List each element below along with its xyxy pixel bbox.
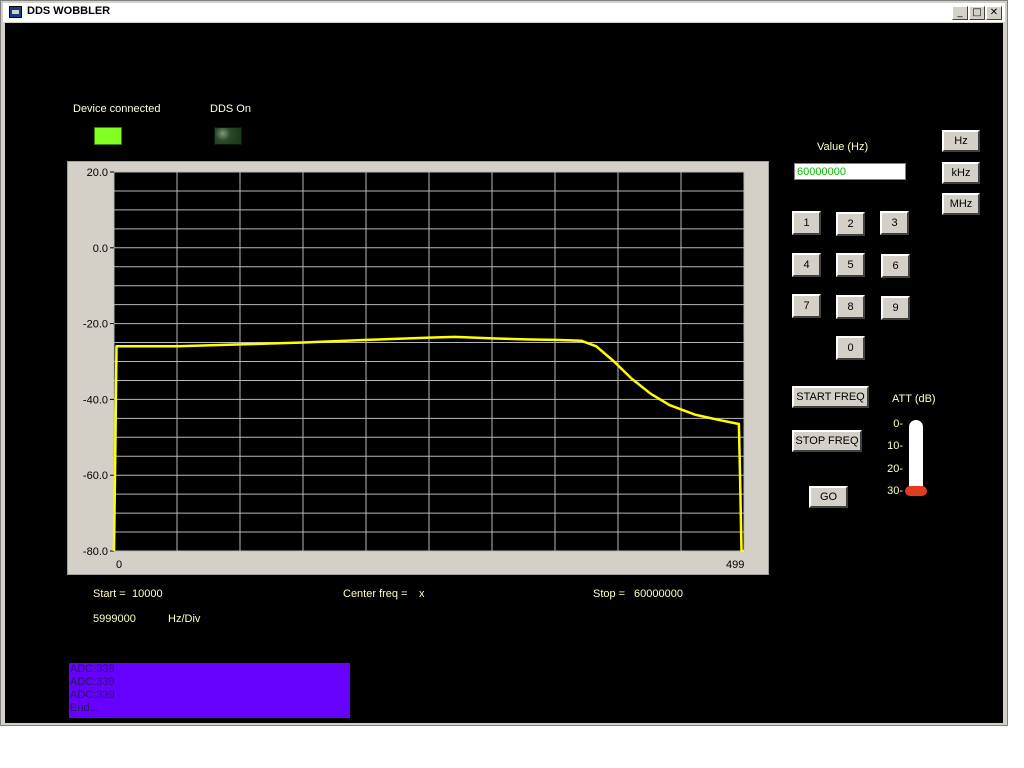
key-1-button[interactable]: 1 [792,211,821,235]
y-tick-label: -20.0 [83,319,108,331]
stop-freq-button[interactable]: STOP FREQ [792,430,862,452]
key-0-button[interactable]: 0 [836,336,865,360]
key-9-button[interactable]: 9 [881,296,910,320]
key-6-button[interactable]: 6 [881,254,910,278]
key-2-button[interactable]: 2 [836,212,865,236]
start-value: 10000 [132,588,163,600]
device-connected-label: Device connected [73,103,161,115]
log-line: ADC:339 [70,676,115,688]
value-input[interactable] [794,163,906,180]
hz-div-value: 5999000 [93,613,136,625]
att-tick: 0- [893,418,903,430]
minimize-button[interactable]: _ [952,6,968,20]
go-button[interactable]: GO [809,486,848,508]
key-8-button[interactable]: 8 [836,295,865,319]
log-box[interactable]: ADC:339 ADC:339 ADC:339 End... [69,663,350,718]
y-tick-label: -80.0 [83,546,108,558]
log-line: ADC:339 [70,689,115,701]
khz-button[interactable]: kHz [942,162,980,184]
dds-on-led [214,127,242,145]
close-button[interactable]: ✕ [986,6,1002,20]
y-tick-label: 20.0 [87,167,108,179]
maximize-button[interactable]: □ [969,6,985,20]
center-freq-label: Center freq = [343,588,408,600]
client-area: Device connected DDS On 20.0 0.0 -20.0 -40.… [5,23,1003,723]
y-tick-label: 0.0 [93,243,108,255]
device-connected-led [94,127,122,145]
sweep-graph: 20.0 0.0 -20.0 -40.0 -60.0 -80.0 0 499 [67,161,769,575]
hz-div-label: Hz/Div [168,613,201,625]
value-label: Value (Hz) [817,141,869,153]
att-tick: 30- [887,485,903,497]
x-start-label: 0 [116,559,122,571]
stop-value: 60000000 [634,588,683,600]
hz-button[interactable]: Hz [942,130,980,152]
graph-plot: 20.0 0.0 -20.0 -40.0 -60.0 -80.0 0 499 [83,167,745,571]
center-freq-value: x [419,588,425,600]
app-window: DDS WOBBLER _ □ ✕ Device connected DDS O… [0,0,1008,726]
x-end-label: 499 [726,559,744,571]
att-tick: 20- [887,463,903,475]
y-tick-label: -60.0 [83,470,108,482]
key-3-button[interactable]: 3 [880,211,909,235]
att-slider-track[interactable] [909,420,923,492]
title-bar[interactable]: DDS WOBBLER _ □ ✕ [3,3,1005,22]
mhz-button[interactable]: MHz [942,193,980,215]
key-4-button[interactable]: 4 [792,253,821,277]
log-line: End... [70,702,99,714]
log-line: ADC:339 [70,663,115,675]
att-label: ATT (dB) [892,393,936,405]
app-icon[interactable] [9,6,22,18]
start-label: Start = [93,588,126,600]
key-5-button[interactable]: 5 [836,253,865,277]
window-title: DDS WOBBLER [27,5,111,17]
key-7-button[interactable]: 7 [792,294,821,318]
att-tick: 10- [887,440,903,452]
att-slider-handle[interactable] [905,486,927,496]
start-freq-button[interactable]: START FREQ [792,386,869,408]
dds-on-label: DDS On [210,103,251,115]
stop-label: Stop = [593,588,626,600]
y-tick-label: -40.0 [83,394,108,406]
